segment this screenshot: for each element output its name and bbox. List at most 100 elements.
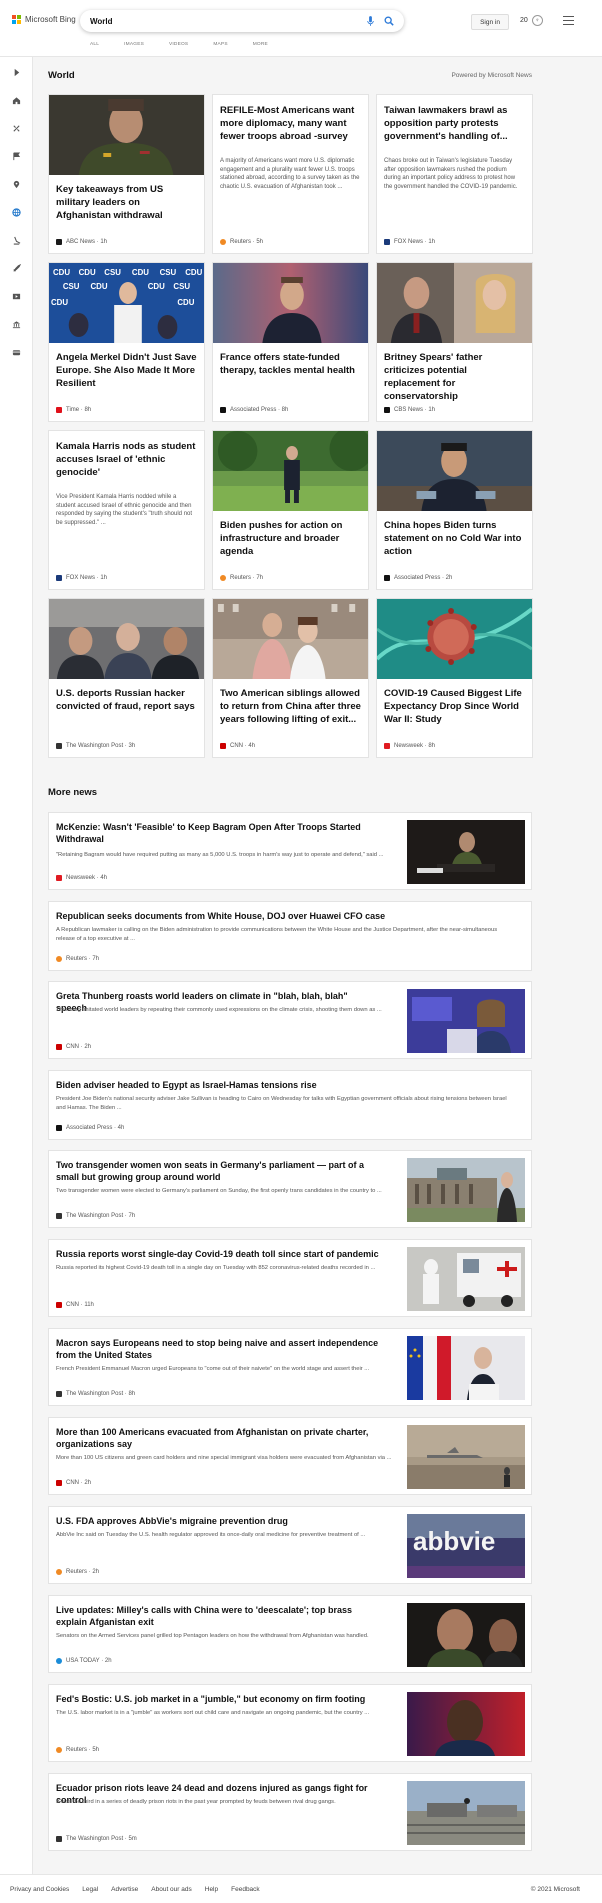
tab-all[interactable]: ALL [90, 42, 99, 47]
tab-more[interactable]: MORE [253, 42, 268, 47]
card-title[interactable]: Kamala Harris nods as student accuses Is… [56, 440, 197, 479]
news-card[interactable]: COVID-19 Caused Biggest Life Expectancy … [376, 598, 533, 758]
footer-link-help[interactable]: Help [205, 1886, 218, 1893]
card-source: ABC News · 1h [56, 239, 107, 245]
card-image [213, 263, 368, 343]
item-title[interactable]: Biden adviser headed to Egypt as Israel-… [56, 1079, 516, 1091]
card-title[interactable]: REFILE-Most Americans want more diplomac… [220, 104, 361, 143]
more-news-item[interactable]: U.S. FDA approves AbbVie's migraine prev… [48, 1506, 532, 1584]
item-title[interactable]: Macron says Europeans need to stop being… [56, 1337, 381, 1361]
money-icon[interactable] [11, 319, 22, 330]
card-title[interactable]: Biden pushes for action on infrastructur… [220, 519, 361, 558]
footer-link-advertise[interactable]: Advertise [111, 1886, 138, 1893]
more-news-item[interactable]: Two transgender women won seats in Germa… [48, 1150, 532, 1228]
card-source: Time · 8h [56, 407, 91, 413]
card-title[interactable]: Britney Spears' father criticizes potent… [384, 351, 525, 403]
source-logo-icon [56, 1125, 62, 1131]
microphone-icon[interactable] [367, 16, 374, 26]
item-snippet: President Joe Biden's national security … [56, 1096, 507, 1111]
card-title[interactable]: Two American siblings allowed to return … [220, 687, 361, 726]
rocket-icon[interactable] [11, 263, 22, 274]
news-card[interactable]: Taiwan lawmakers brawl as opposition par… [376, 94, 533, 254]
more-news-item[interactable]: More than 100 Americans evacuated from A… [48, 1417, 532, 1495]
more-news-item[interactable]: Ecuador prison riots leave 24 dead and d… [48, 1773, 532, 1851]
rewards-count: 20 [520, 17, 528, 24]
news-card[interactable]: CDU CDU CSU CDU CSU CDU CSU CDU CDU CSU CDU CDU Ang… [48, 262, 205, 422]
entertainment-icon[interactable] [11, 291, 22, 302]
news-card[interactable]: Britney Spears' father criticizes potent… [376, 262, 533, 422]
item-title[interactable]: More than 100 Americans evacuated from A… [56, 1426, 381, 1450]
card-title[interactable]: France offers state-funded therapy, tack… [220, 351, 361, 377]
item-title[interactable]: Two transgender women won seats in Germa… [56, 1159, 381, 1183]
card-title[interactable]: China hopes Biden turns statement on no … [384, 519, 525, 558]
tab-images[interactable]: IMAGES [124, 42, 144, 47]
more-news-item[interactable]: McKenzie: Wasn't 'Feasible' to Keep Bagr… [48, 812, 532, 890]
news-card[interactable]: Two American siblings allowed to return … [212, 598, 369, 758]
chevron-right-icon[interactable] [11, 67, 22, 78]
item-title[interactable]: McKenzie: Wasn't 'Feasible' to Keep Bagr… [56, 821, 381, 845]
rewards-button[interactable]: 20 ♆ [520, 15, 543, 26]
footer-link-privacy[interactable]: Privacy and Cookies [10, 1886, 69, 1893]
item-title[interactable]: Russia reports worst single-day Covid-19… [56, 1248, 381, 1260]
svg-text:CSU: CSU [63, 282, 80, 291]
more-news-item[interactable]: Greta Thunberg roasts world leaders on c… [48, 981, 532, 1059]
source-text: Time · 8h [66, 407, 92, 413]
search-icon[interactable] [384, 16, 394, 26]
search-input[interactable] [90, 16, 367, 26]
location-icon[interactable] [11, 179, 22, 190]
sparkle-icon[interactable] [11, 123, 22, 134]
news-card[interactable]: Kamala Harris nods as student accuses Is… [48, 430, 205, 590]
card-title[interactable]: Key takeaways from US military leaders o… [56, 183, 197, 222]
item-source: The Washington Post · 7h [56, 1213, 135, 1219]
item-source: CNN · 2h [56, 1480, 91, 1486]
search-box[interactable] [80, 10, 404, 32]
sign-in-button[interactable]: Sign in [471, 14, 509, 30]
more-news-item[interactable]: Russia reports worst single-day Covid-19… [48, 1239, 532, 1317]
source-logo-icon [384, 239, 390, 245]
item-title[interactable]: U.S. FDA approves AbbVie's migraine prev… [56, 1515, 386, 1527]
card-title[interactable]: U.S. deports Russian hacker convicted of… [56, 687, 197, 713]
globe-icon[interactable] [11, 207, 22, 218]
header: Microsoft Bing Sign in 20 ♆ ALL IMAGES V… [0, 0, 602, 57]
footer-link-legal[interactable]: Legal [82, 1886, 98, 1893]
news-card[interactable]: China hopes Biden turns statement on no … [376, 430, 533, 590]
menu-icon[interactable] [563, 16, 574, 25]
card-title[interactable]: Taiwan lawmakers brawl as opposition par… [384, 104, 525, 143]
news-card[interactable]: Biden pushes for action on infrastructur… [212, 430, 369, 590]
card-image [49, 95, 204, 175]
footer-link-feedback[interactable]: Feedback [231, 1886, 260, 1893]
item-source: CNN · 2h [56, 1044, 91, 1050]
card-icon[interactable] [11, 347, 22, 358]
tab-maps[interactable]: MAPS [213, 42, 227, 47]
news-card[interactable]: REFILE-Most Americans want more diplomac… [212, 94, 369, 254]
item-title[interactable]: Fed's Bostic: U.S. job market in a "jumb… [56, 1693, 381, 1705]
more-news-item[interactable]: Republican seeks documents from White Ho… [48, 901, 532, 971]
card-title[interactable]: Angela Merkel Didn't Just Save Europe. S… [56, 351, 197, 390]
home-icon[interactable] [11, 95, 22, 106]
footer: Privacy and Cookies Legal Advertise Abou… [0, 1874, 602, 1903]
more-news-item[interactable]: Live updates: Milley's calls with China … [48, 1595, 532, 1673]
more-news-item[interactable]: Macron says Europeans need to stop being… [48, 1328, 532, 1406]
tab-videos[interactable]: VIDEOS [169, 42, 188, 47]
card-source: The Washington Post · 3h [56, 743, 135, 749]
science-icon[interactable] [11, 235, 22, 246]
flag-icon[interactable] [11, 151, 22, 162]
source-text: Associated Press · 8h [230, 407, 289, 413]
more-news-item[interactable]: Biden adviser headed to Egypt as Israel-… [48, 1070, 532, 1140]
item-title[interactable]: Live updates: Milley's calls with China … [56, 1604, 381, 1628]
bing-logo[interactable]: Microsoft Bing [12, 15, 76, 24]
news-card[interactable]: Key takeaways from US military leaders o… [48, 94, 205, 254]
item-title[interactable]: Republican seeks documents from White Ho… [56, 910, 516, 922]
svg-text:abbvie: abbvie [413, 1526, 495, 1556]
news-card[interactable]: U.S. deports Russian hacker convicted of… [48, 598, 205, 758]
card-title[interactable]: COVID-19 Caused Biggest Life Expectancy … [384, 687, 525, 726]
more-news-item[interactable]: Fed's Bostic: U.S. job market in a "jumb… [48, 1684, 532, 1762]
svg-text:CDU: CDU [51, 298, 68, 307]
footer-link-about-ads[interactable]: About our ads [151, 1886, 191, 1893]
news-card[interactable]: France offers state-funded therapy, tack… [212, 262, 369, 422]
source-text: The Washington Post · 3h [66, 743, 136, 749]
source-logo-icon [384, 407, 390, 413]
source-text: Reuters · 7h [230, 575, 264, 581]
card-image [377, 599, 532, 679]
item-snippet: AbbVie Inc said on Tuesday the U.S. heal… [56, 1532, 366, 1538]
